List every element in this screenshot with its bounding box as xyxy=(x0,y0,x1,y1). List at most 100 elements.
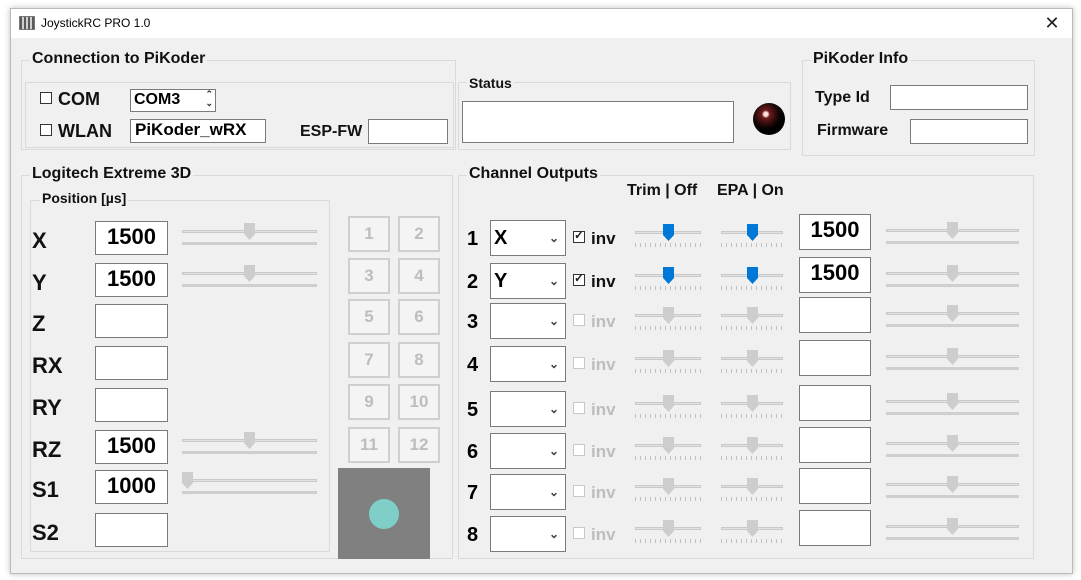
joystick-button-5[interactable]: 5 xyxy=(348,299,390,335)
chevron-down-icon[interactable]: ⌄ xyxy=(549,221,559,255)
slider-thumb[interactable] xyxy=(747,478,758,495)
channel-axis-select[interactable]: ⌄ xyxy=(490,516,566,552)
invert-check-icon[interactable] xyxy=(573,314,585,326)
joystick-button-4[interactable]: 4 xyxy=(398,258,440,294)
joystick-button-8[interactable]: 8 xyxy=(398,342,440,378)
invert-check-icon[interactable] xyxy=(573,485,585,497)
trim-slider[interactable] xyxy=(635,395,701,421)
joystick-button-1[interactable]: 1 xyxy=(348,216,390,252)
joystick-button-10[interactable]: 10 xyxy=(398,384,440,420)
invert-check-icon[interactable] xyxy=(573,527,585,539)
chevron-down-icon[interactable]: ⌄ xyxy=(549,475,559,509)
epa-slider[interactable] xyxy=(721,395,783,421)
invert-checkbox[interactable]: inv xyxy=(573,312,616,332)
com-port-spinner[interactable]: COM3 ⌃ ⌄ xyxy=(130,89,216,112)
trim-slider[interactable] xyxy=(635,437,701,463)
slider-thumb[interactable] xyxy=(663,350,674,367)
invert-checkbox[interactable]: inv xyxy=(573,525,616,545)
trim-slider[interactable] xyxy=(635,520,701,546)
channel-output-slider[interactable] xyxy=(886,476,1019,502)
slider-thumb[interactable] xyxy=(947,305,958,322)
epa-slider[interactable] xyxy=(721,350,783,376)
joystick-button-3[interactable]: 3 xyxy=(348,258,390,294)
joystick-button-6[interactable]: 6 xyxy=(398,299,440,335)
slider-thumb[interactable] xyxy=(663,478,674,495)
slider-thumb[interactable] xyxy=(747,267,758,284)
channel-output-slider[interactable] xyxy=(886,222,1019,248)
slider-thumb[interactable] xyxy=(663,224,674,241)
invert-checkbox[interactable]: inv xyxy=(573,442,616,462)
channel-axis-select[interactable]: ⌄ xyxy=(490,474,566,510)
wlan-ssid-input[interactable]: PiKoder_wRX xyxy=(130,119,266,143)
epa-slider[interactable] xyxy=(721,267,783,293)
slider-thumb[interactable] xyxy=(747,437,758,454)
channel-axis-select[interactable]: ⌄ xyxy=(490,346,566,382)
trim-slider[interactable] xyxy=(635,478,701,504)
epa-slider[interactable] xyxy=(721,307,783,333)
slider-thumb[interactable] xyxy=(663,395,674,412)
invert-check-icon[interactable] xyxy=(573,402,585,414)
chevron-down-icon[interactable]: ⌄ xyxy=(549,304,559,338)
epa-slider[interactable] xyxy=(721,478,783,504)
slider-thumb[interactable] xyxy=(747,395,758,412)
channel-axis-select[interactable]: ⌄ xyxy=(490,303,566,339)
slider-thumb[interactable] xyxy=(663,307,674,324)
channel-output-slider[interactable] xyxy=(886,348,1019,374)
spinner-arrows-icon[interactable]: ⌃ ⌄ xyxy=(205,90,213,108)
chevron-down-icon[interactable]: ⌄ xyxy=(549,392,559,426)
epa-slider[interactable] xyxy=(721,520,783,546)
epa-slider[interactable] xyxy=(721,224,783,250)
slider-thumb[interactable] xyxy=(182,472,193,489)
slider-thumb[interactable] xyxy=(747,224,758,241)
slider-thumb[interactable] xyxy=(947,476,958,493)
channel-axis-select[interactable]: ⌄ xyxy=(490,433,566,469)
axis-slider[interactable] xyxy=(182,223,317,249)
slider-thumb[interactable] xyxy=(747,307,758,324)
invert-checkbox[interactable]: inv xyxy=(573,228,616,249)
channel-output-slider[interactable] xyxy=(886,435,1019,461)
channel-output-slider[interactable] xyxy=(886,393,1019,419)
espfw-input[interactable] xyxy=(368,119,448,144)
slider-thumb[interactable] xyxy=(947,265,958,282)
slider-thumb[interactable] xyxy=(244,223,255,240)
invert-check-icon[interactable] xyxy=(573,228,585,243)
wlan-check-icon[interactable] xyxy=(40,124,52,136)
slider-thumb[interactable] xyxy=(244,265,255,282)
invert-check-icon[interactable] xyxy=(573,271,585,286)
slider-thumb[interactable] xyxy=(747,350,758,367)
joystick-button-2[interactable]: 2 xyxy=(398,216,440,252)
invert-checkbox[interactable]: inv xyxy=(573,483,616,503)
slider-thumb[interactable] xyxy=(747,520,758,537)
axis-slider[interactable] xyxy=(182,432,317,458)
com-check-icon[interactable] xyxy=(40,92,52,104)
slider-thumb[interactable] xyxy=(244,432,255,449)
channel-axis-select[interactable]: Y ⌄ xyxy=(490,263,566,299)
invert-check-icon[interactable] xyxy=(573,444,585,456)
channel-output-slider[interactable] xyxy=(886,265,1019,291)
wlan-checkbox[interactable]: WLAN xyxy=(40,121,112,142)
slider-thumb[interactable] xyxy=(663,437,674,454)
trim-slider[interactable] xyxy=(635,267,701,293)
axis-slider[interactable] xyxy=(182,265,317,291)
channel-output-slider[interactable] xyxy=(886,518,1019,544)
chevron-down-icon[interactable]: ⌄ xyxy=(549,347,559,381)
chevron-down-icon[interactable]: ⌄ xyxy=(549,517,559,551)
invert-check-icon[interactable] xyxy=(573,357,585,369)
invert-checkbox[interactable]: inv xyxy=(573,355,616,375)
joystick-button-11[interactable]: 11 xyxy=(348,427,390,463)
slider-thumb[interactable] xyxy=(947,518,958,535)
invert-checkbox[interactable]: inv xyxy=(573,400,616,420)
joystick-button-7[interactable]: 7 xyxy=(348,342,390,378)
channel-output-slider[interactable] xyxy=(886,305,1019,331)
trim-slider[interactable] xyxy=(635,350,701,376)
channel-axis-select[interactable]: X ⌄ xyxy=(490,220,566,256)
channel-axis-select[interactable]: ⌄ xyxy=(490,391,566,427)
epa-slider[interactable] xyxy=(721,437,783,463)
chevron-down-icon[interactable]: ⌄ xyxy=(549,264,559,298)
com-checkbox[interactable]: COM xyxy=(40,89,100,110)
typeid-input[interactable] xyxy=(890,85,1028,110)
joystick-button-12[interactable]: 12 xyxy=(398,427,440,463)
axis-slider[interactable] xyxy=(182,472,317,498)
trim-slider[interactable] xyxy=(635,224,701,250)
trim-slider[interactable] xyxy=(635,307,701,333)
